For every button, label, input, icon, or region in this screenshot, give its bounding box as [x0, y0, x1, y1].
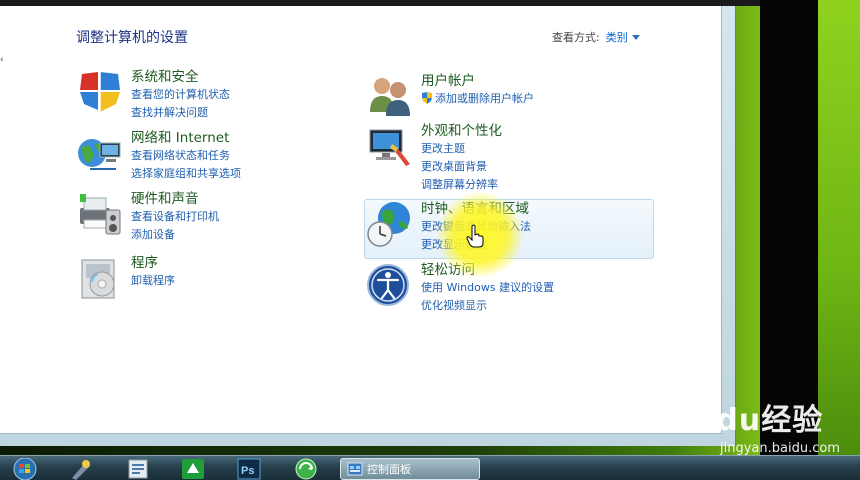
- category-appearance: 外观和个性化 更改主题 更改桌面背景 调整屏幕分辨率: [366, 122, 502, 194]
- taskbar-button-label: 控制面板: [367, 463, 411, 476]
- category-link[interactable]: 查看设备和打印机: [131, 208, 219, 226]
- document-app-icon: [128, 459, 148, 479]
- svg-text:Ps: Ps: [241, 465, 254, 477]
- desktop-dark-strip: [760, 0, 818, 455]
- taskbar-pinned-app[interactable]: [126, 458, 150, 480]
- category-link[interactable]: 调整屏幕分辨率: [421, 176, 502, 194]
- green-app-icon: [182, 459, 204, 479]
- category-link[interactable]: 查看网络状态和任务: [131, 147, 241, 165]
- refresh-app-icon: [295, 458, 317, 480]
- category-link[interactable]: 添加设备: [131, 226, 219, 244]
- hand-cursor-icon: [466, 224, 484, 248]
- category-title[interactable]: 用户帐户: [421, 72, 534, 90]
- ease-of-access-icon[interactable]: [366, 261, 414, 309]
- appearance-icon[interactable]: [366, 122, 414, 170]
- programs-icon[interactable]: [76, 254, 124, 302]
- category-link-text: 添加或删除用户帐户: [435, 92, 534, 105]
- category-user-accounts: 用户帐户 添加或删除用户帐户: [366, 72, 534, 120]
- view-by-value: 类别: [605, 31, 628, 44]
- taskbar-pinned-app[interactable]: Ps: [236, 458, 262, 480]
- category-link[interactable]: 更改桌面背景: [421, 158, 502, 176]
- taskbar-pinned-app[interactable]: [292, 458, 320, 480]
- category-title[interactable]: 硬件和声音: [131, 190, 219, 208]
- category-link[interactable]: 更改主题: [421, 140, 502, 158]
- watermark-logo: Baidu经验: [660, 403, 824, 438]
- taskbar-control-panel-button[interactable]: 控制面板: [340, 458, 480, 480]
- category-hardware-sound: 硬件和声音 查看设备和打印机 添加设备: [76, 190, 219, 244]
- category-link[interactable]: 添加或删除用户帐户: [421, 90, 534, 108]
- uac-shield-icon: [422, 92, 432, 104]
- start-button[interactable]: [6, 457, 44, 480]
- taskbar-pinned-app[interactable]: [180, 458, 206, 480]
- window-edge-glyph: ‹: [0, 55, 4, 65]
- category-network: 网络和 Internet 查看网络状态和任务 选择家庭组和共享选项: [76, 129, 241, 183]
- control-panel-content: 调整计算机的设置 查看方式: 类别 系统和安全 查看您的计算机状态 查找并解决问…: [0, 6, 722, 434]
- taskbar: Ps 控制面板: [0, 455, 860, 480]
- view-by-dropdown[interactable]: 类别: [606, 29, 640, 45]
- category-title[interactable]: 外观和个性化: [421, 122, 502, 140]
- windows-orb-icon: [13, 457, 37, 480]
- watermark-url: jingyan.baidu.com: [720, 441, 840, 456]
- category-link[interactable]: 选择家庭组和共享选项: [131, 165, 241, 183]
- clock-language-icon[interactable]: [366, 200, 414, 248]
- category-link[interactable]: 使用 Windows 建议的设置: [421, 279, 554, 297]
- hardware-sound-icon[interactable]: [76, 190, 124, 238]
- control-panel-window: 调整计算机的设置 查看方式: 类别 系统和安全 查看您的计算机状态 查找并解决问…: [0, 0, 760, 446]
- user-accounts-icon[interactable]: [366, 72, 414, 120]
- desktop-green-edge: [818, 0, 860, 455]
- taskbar-pinned-app[interactable]: [68, 458, 94, 480]
- category-link[interactable]: 卸载程序: [131, 272, 175, 290]
- category-title[interactable]: 网络和 Internet: [131, 129, 241, 147]
- category-title[interactable]: 系统和安全: [131, 68, 230, 86]
- view-by-label: 查看方式:: [552, 31, 600, 44]
- photoshop-icon: Ps: [237, 458, 261, 480]
- category-title[interactable]: 程序: [131, 254, 175, 272]
- category-link[interactable]: 查找并解决问题: [131, 104, 230, 122]
- network-icon[interactable]: [76, 129, 124, 177]
- chevron-down-icon: [631, 34, 640, 40]
- category-programs: 程序 卸载程序: [76, 254, 175, 302]
- category-link[interactable]: 优化视频显示: [421, 297, 554, 315]
- view-by: 查看方式: 类别: [552, 29, 640, 45]
- page-title: 调整计算机的设置: [76, 30, 188, 46]
- system-security-icon[interactable]: [76, 68, 124, 116]
- category-link[interactable]: 查看您的计算机状态: [131, 86, 230, 104]
- category-system-security: 系统和安全 查看您的计算机状态 查找并解决问题: [76, 68, 230, 122]
- pen-app-icon: [72, 460, 90, 480]
- control-panel-icon: [347, 462, 363, 476]
